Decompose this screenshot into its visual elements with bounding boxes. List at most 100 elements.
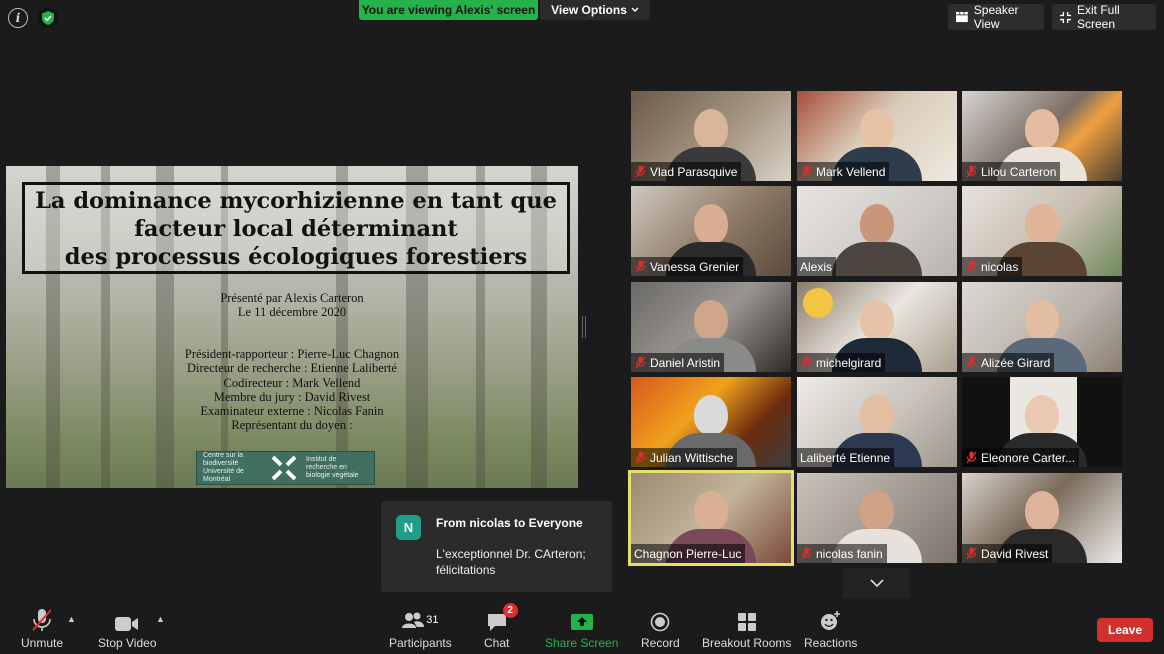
participant-name: Julian Wittische bbox=[650, 450, 734, 465]
participants-label: Participants bbox=[389, 636, 452, 650]
share-screen-button[interactable]: Share Screen bbox=[545, 608, 618, 650]
participant-tile[interactable]: nicolas fanin bbox=[797, 473, 957, 563]
breakout-rooms-button[interactable]: Breakout Rooms bbox=[702, 608, 791, 650]
slide-title-line: facteur local déterminant bbox=[134, 216, 458, 242]
participant-tile[interactable]: Vanessa Grenier bbox=[631, 186, 791, 276]
participants-button[interactable]: 31 Participants bbox=[389, 608, 452, 650]
leave-meeting-button[interactable]: Leave bbox=[1097, 618, 1153, 642]
slide-committee-line: Examinateur externe : Nicolas Fanin bbox=[200, 404, 384, 418]
breakout-rooms-icon bbox=[737, 608, 757, 632]
participant-name: Vanessa Grenier bbox=[650, 259, 740, 274]
participant-name: Laliberté Etienne bbox=[800, 450, 891, 465]
participant-name: michelgirard bbox=[816, 355, 882, 370]
participant-tile[interactable]: Laliberté Etienne bbox=[797, 377, 957, 467]
chat-unread-badge: 2 bbox=[502, 603, 518, 618]
participant-tile[interactable]: Mark Vellend bbox=[797, 91, 957, 181]
participant-tile[interactable]: nicolas bbox=[962, 186, 1122, 276]
muted-microphone-icon bbox=[800, 165, 813, 179]
share-screen-icon bbox=[570, 608, 593, 632]
participant-name-tag: David Rivest bbox=[962, 544, 1053, 563]
muted-microphone-icon bbox=[800, 547, 813, 561]
slide-title-line: des processus écologiques forestiers bbox=[64, 244, 528, 270]
reactions-label: Reactions bbox=[804, 636, 858, 650]
gallery-next-page-button[interactable] bbox=[843, 568, 910, 598]
slide-committee-line: Codirecteur : Mark Vellend bbox=[223, 376, 361, 390]
video-camera-icon bbox=[115, 608, 139, 632]
participant-name-tag: nicolas fanin bbox=[797, 544, 887, 563]
view-options-button[interactable]: View Options bbox=[540, 0, 650, 20]
participant-tile[interactable]: Chagnon Pierre-Luc bbox=[628, 470, 794, 566]
participant-name: Chagnon Pierre-Luc bbox=[634, 546, 742, 561]
chat-sender-line: From nicolas to Everyone bbox=[436, 516, 583, 530]
stop-video-label: Stop Video bbox=[98, 636, 157, 650]
participant-name: Alexis bbox=[800, 259, 833, 274]
slide-title-line: La dominance mycorhizienne en tant que bbox=[35, 188, 557, 214]
video-options-caret-icon[interactable]: ▲ bbox=[156, 614, 165, 624]
exit-full-screen-label: Exit Full Screen bbox=[1076, 3, 1120, 31]
participant-name-tag: Lilou Carteron bbox=[962, 162, 1061, 181]
slide-title: La dominance mycorhizienne en tant que f… bbox=[22, 182, 570, 274]
participants-count: 31 bbox=[426, 614, 439, 626]
muted-microphone-icon bbox=[634, 451, 647, 465]
raised-hand-reaction-icon bbox=[803, 288, 833, 318]
stop-video-button[interactable]: Stop Video bbox=[98, 608, 157, 650]
participant-tile[interactable]: David Rivest bbox=[962, 473, 1122, 563]
speaker-view-button[interactable]: Speaker View bbox=[948, 3, 1044, 31]
chat-label: Chat bbox=[484, 636, 510, 650]
participant-tile[interactable]: Alexis bbox=[797, 186, 957, 276]
participant-name-tag: Julian Wittische bbox=[631, 448, 738, 467]
participant-tile[interactable]: Julian Wittische bbox=[631, 377, 791, 467]
participant-name-tag: Eleonore Carter... bbox=[962, 448, 1080, 467]
split-resize-handle[interactable] bbox=[582, 316, 586, 338]
participant-name: Alizée Girard bbox=[981, 355, 1051, 370]
reactions-smiley-icon bbox=[820, 608, 842, 632]
participant-figure bbox=[832, 204, 922, 276]
participant-name: nicolas fanin bbox=[816, 546, 883, 561]
participant-tile[interactable]: Eleonore Carter... bbox=[962, 377, 1122, 467]
chat-button[interactable]: 2 Chat bbox=[484, 603, 518, 650]
chat-bubble-icon: 2 bbox=[486, 603, 518, 632]
participant-name: Vlad Parasquive bbox=[650, 164, 738, 179]
participant-name: David Rivest bbox=[981, 546, 1049, 561]
muted-microphone-icon bbox=[800, 356, 813, 370]
participant-tile[interactable]: Lilou Carteron bbox=[962, 91, 1122, 181]
info-icon[interactable]: i bbox=[8, 8, 28, 28]
breakout-rooms-label: Breakout Rooms bbox=[702, 636, 792, 650]
reactions-button[interactable]: Reactions bbox=[804, 608, 857, 650]
share-screen-label: Share Screen bbox=[545, 636, 619, 650]
encryption-shield-icon[interactable] bbox=[38, 8, 58, 28]
slide-committee-line: Directeur de recherche : Etienne Laliber… bbox=[187, 361, 397, 375]
slide-committee-line: Représentant du doyen : bbox=[231, 418, 353, 432]
participant-tile[interactable]: michelgirard bbox=[797, 282, 957, 372]
muted-microphone-icon bbox=[634, 356, 647, 370]
muted-microphone-icon bbox=[965, 547, 978, 561]
record-button[interactable]: Record bbox=[641, 608, 680, 650]
slide-date: Le 11 décembre 2020 bbox=[237, 305, 347, 319]
microphone-muted-icon bbox=[31, 608, 53, 632]
participant-name-tag: Alizée Girard bbox=[962, 353, 1055, 372]
audio-options-caret-icon[interactable]: ▲ bbox=[67, 614, 76, 624]
participant-name: Mark Vellend bbox=[816, 164, 886, 179]
participant-name-tag: nicolas bbox=[962, 257, 1023, 276]
slide-committee-line: Membre du jury : David Rivest bbox=[213, 390, 371, 404]
muted-microphone-icon bbox=[965, 165, 978, 179]
participant-tile[interactable]: Daniel Aristin bbox=[631, 282, 791, 372]
slide-presenter: Présenté par Alexis Carteron bbox=[220, 291, 364, 305]
chat-notification[interactable]: N From nicolas to Everyone L'exceptionne… bbox=[381, 501, 612, 592]
participant-tile[interactable]: Vlad Parasquive bbox=[631, 91, 791, 181]
participant-name: Eleonore Carter... bbox=[981, 450, 1076, 465]
unmute-button[interactable]: Unmute bbox=[21, 608, 63, 650]
exit-full-screen-button[interactable]: Exit Full Screen bbox=[1052, 3, 1156, 31]
speaker-view-icon bbox=[956, 11, 968, 23]
participant-name-tag: Vanessa Grenier bbox=[631, 257, 744, 276]
muted-microphone-icon bbox=[634, 165, 647, 179]
unmute-label: Unmute bbox=[21, 636, 64, 650]
participant-name-tag: Daniel Aristin bbox=[631, 353, 725, 372]
view-options-label: View Options bbox=[551, 3, 627, 17]
muted-microphone-icon bbox=[965, 260, 978, 274]
participant-tile[interactable]: Alizée Girard bbox=[962, 282, 1122, 372]
participant-name-tag: michelgirard bbox=[797, 353, 886, 372]
muted-microphone-icon bbox=[634, 260, 647, 274]
muted-microphone-icon bbox=[965, 356, 978, 370]
top-left-icons: i bbox=[8, 8, 58, 28]
